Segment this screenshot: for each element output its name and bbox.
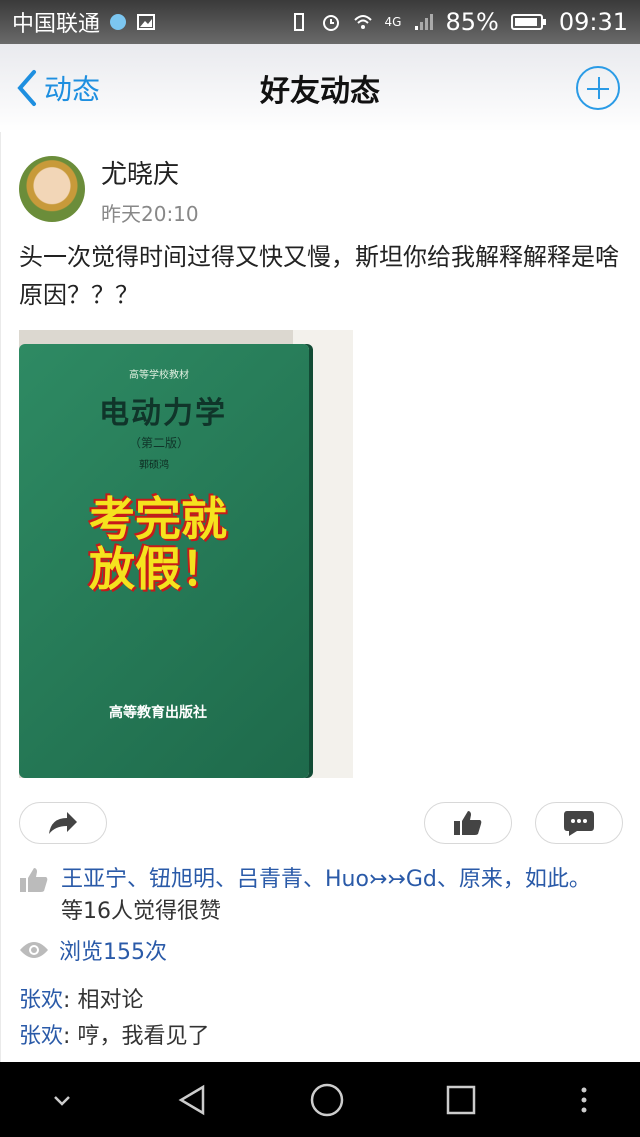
title-bar: 动态 好友动态: [0, 44, 640, 133]
chevron-down-icon[interactable]: [50, 1088, 74, 1112]
add-button[interactable]: [576, 66, 620, 110]
battery-icon: [510, 14, 546, 30]
post-photo[interactable]: 高等学校教材 电动力学 （第二版） 郭硕鸿 考完就放假！ 高等教育出版社: [19, 330, 353, 778]
comment-bubble-icon: [564, 811, 594, 836]
book-cover: 高等学校教材 电动力学 （第二版） 郭硕鸿 考完就放假！ 高等教育出版社: [19, 344, 309, 778]
comment-item[interactable]: 张欢: 哼，我看见了: [19, 1018, 209, 1050]
views-count: 浏览155次: [59, 940, 167, 965]
avatar[interactable]: [19, 156, 85, 222]
likes-section: 王亚宁、钮旭明、吕青青、Huo↣↣Gd、原来，如此。 等16人觉得很赞: [19, 864, 619, 928]
comment-item[interactable]: 张欢: 相对论: [19, 982, 143, 1014]
share-icon: [49, 812, 77, 834]
notification-icon: [110, 14, 127, 30]
status-bar: 中国联通 4G 85% 09:31: [0, 0, 640, 44]
liker-names[interactable]: 王亚宁、钮旭明、吕青青、Huo↣↣Gd、原来，如此。: [61, 864, 619, 896]
sticker-text: 考完就放假！: [89, 492, 227, 596]
back-nav-icon[interactable]: [175, 1083, 209, 1117]
eye-icon: [20, 942, 48, 958]
thumbs-up-icon: [20, 868, 48, 892]
comment-author[interactable]: 张欢: [19, 1024, 63, 1049]
system-nav-bar: [0, 1062, 640, 1137]
page-title: 好友动态: [260, 74, 380, 109]
post-author[interactable]: 尤晓庆: [101, 154, 179, 191]
comment-button[interactable]: [535, 802, 623, 844]
home-icon[interactable]: [309, 1082, 345, 1118]
thumbs-up-icon: [454, 811, 482, 835]
book-series: 高等学校教材: [129, 370, 189, 381]
clock: 09:31: [558, 8, 628, 36]
book-author: 郭硕鸿: [139, 460, 169, 471]
vibrate-icon: [293, 13, 304, 31]
post-timestamp: 昨天20:10: [101, 202, 199, 226]
comment-text: 哼，我看见了: [77, 1024, 210, 1049]
comment-author[interactable]: 张欢: [19, 988, 63, 1013]
image-icon: [137, 14, 156, 30]
views-row: 浏览155次: [19, 934, 167, 966]
network-type-label: 4G: [384, 15, 402, 29]
like-button[interactable]: [424, 802, 512, 844]
book-publisher: 高等教育出版社: [109, 705, 207, 721]
alarm-icon: [322, 15, 339, 31]
book-edition: （第二版）: [129, 436, 190, 450]
book-title: 电动力学: [99, 396, 227, 431]
likes-count-text: 等16人觉得很赞: [61, 899, 221, 924]
comment-text: 相对论: [77, 988, 144, 1013]
post-card: 尤晓庆 昨天20:10 头一次觉得时间过得又快又慢，斯坦你给我解释解释是啥原因？…: [0, 132, 640, 1062]
share-button[interactable]: [19, 802, 107, 844]
battery-percent: 85%: [445, 8, 499, 36]
carrier-label: 中国联通: [12, 12, 101, 37]
signal-icon: [415, 14, 434, 30]
post-text: 头一次觉得时间过得又快又慢，斯坦你给我解释解释是啥原因？？？: [19, 243, 619, 309]
wifi-icon: [353, 15, 372, 29]
recent-apps-icon[interactable]: [445, 1084, 477, 1116]
more-options-icon[interactable]: [578, 1086, 590, 1114]
